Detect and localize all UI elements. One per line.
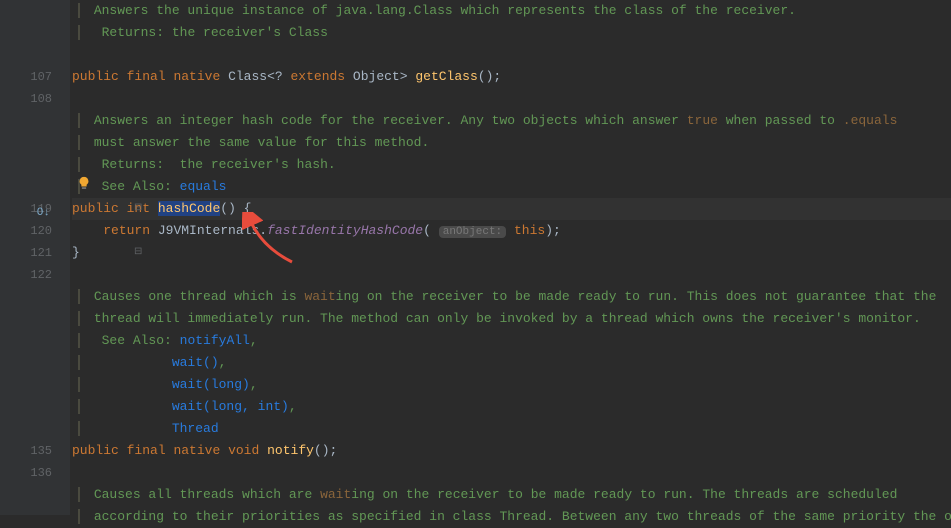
doc-link[interactable]: wait() xyxy=(172,355,219,370)
line-number: 136 xyxy=(0,462,52,484)
returns-label: Returns: xyxy=(102,157,164,172)
line-number: 122 xyxy=(0,264,52,286)
line-number: 108 xyxy=(0,88,52,110)
code-line[interactable]: public final native Class<? extends Obje… xyxy=(72,66,951,88)
javadoc-text: Answers the unique instance of java.lang… xyxy=(94,3,796,18)
method-name-selected: hashCode xyxy=(158,201,220,216)
doc-link[interactable]: equals xyxy=(180,179,227,194)
see-also-label: See Also: xyxy=(102,333,172,348)
gutter: 107 108 119O↓ 120 121 122 135 136 xyxy=(0,0,70,515)
line-number: 119O↓ xyxy=(0,198,52,220)
code-line-highlighted[interactable]: ⊟public int hashCode() { xyxy=(72,198,951,220)
method-name: getClass xyxy=(415,69,477,84)
doc-link[interactable]: notifyAll xyxy=(180,333,250,348)
javadoc-text: Causes all threads which are waiting on … xyxy=(94,487,898,502)
javadoc-text: thread will immediately run. The method … xyxy=(94,311,921,326)
doc-link[interactable]: Thread xyxy=(172,421,219,436)
line-number: 121 xyxy=(0,242,52,264)
javadoc-text: Answers an integer hash code for the rec… xyxy=(94,113,898,128)
javadoc-text: Causes one thread which is waiting on th… xyxy=(94,289,937,304)
javadoc-text: must answer the same value for this meth… xyxy=(94,135,429,150)
method-name: notify xyxy=(267,443,314,458)
doc-link[interactable]: wait(long, int) xyxy=(172,399,289,414)
doc-link[interactable]: wait(long) xyxy=(172,377,250,392)
code-line[interactable]: return J9VMInternals.fastIdentityHashCod… xyxy=(72,220,951,242)
fold-icon[interactable]: ⊟ xyxy=(134,198,142,220)
param-hint: anObject: xyxy=(439,226,506,238)
code-line[interactable]: public final native void notify(); xyxy=(72,440,951,462)
line-number: 120 xyxy=(0,220,52,242)
fold-icon[interactable]: ⊟ xyxy=(134,242,142,264)
see-also-label: See Also: xyxy=(102,179,172,194)
code-area[interactable]: Answers the unique instance of java.lang… xyxy=(70,0,951,515)
code-line[interactable]: ⊟} xyxy=(72,242,951,264)
returns-value: the receiver's Class xyxy=(172,25,328,40)
code-editor[interactable]: 107 108 119O↓ 120 121 122 135 136 Answer… xyxy=(0,0,951,515)
line-number: 107 xyxy=(0,66,52,88)
returns-value: the receiver's hash. xyxy=(180,157,336,172)
method-call: fastIdentityHashCode xyxy=(267,223,423,238)
javadoc-text: according to their priorities as specifi… xyxy=(94,509,951,524)
line-number: 135 xyxy=(0,440,52,462)
lightbulb-icon[interactable] xyxy=(77,176,91,190)
returns-label: Returns: xyxy=(102,25,164,40)
